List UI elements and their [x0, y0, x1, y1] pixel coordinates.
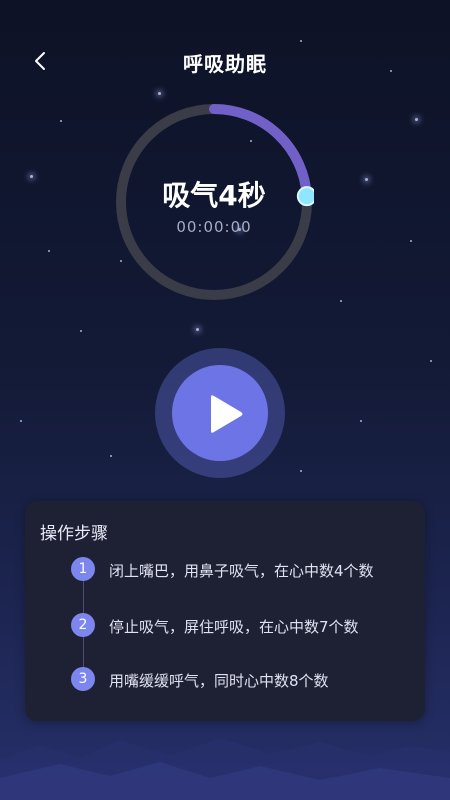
page-title: 呼吸助眠	[183, 52, 267, 76]
step-number: 3	[71, 667, 95, 691]
breath-phase-label: 吸气4秒	[162, 179, 266, 212]
play-icon	[211, 395, 243, 433]
instructions-card: 操作步骤 1 闭上嘴巴，用鼻子吸气，在心中数4个数 2 停止吸气，屏住呼吸，在心…	[25, 501, 425, 721]
mountain-silhouette	[0, 738, 450, 800]
timer-display: 00:00:00	[176, 218, 252, 236]
breath-ring: 吸气4秒 00:00:00	[114, 102, 314, 302]
play-button[interactable]	[155, 348, 285, 478]
play-button-core[interactable]	[172, 365, 268, 461]
step-text: 用嘴缓缓呼气，同时心中数8个数	[109, 672, 329, 690]
step-number: 2	[71, 613, 95, 637]
step-text: 闭上嘴巴，用鼻子吸气，在心中数4个数	[109, 562, 374, 580]
header: 呼吸助眠	[0, 40, 450, 84]
step-text: 停止吸气，屏住呼吸，在心中数7个数	[109, 618, 359, 636]
step-number: 1	[71, 557, 95, 581]
instructions-title: 操作步骤	[40, 524, 108, 544]
